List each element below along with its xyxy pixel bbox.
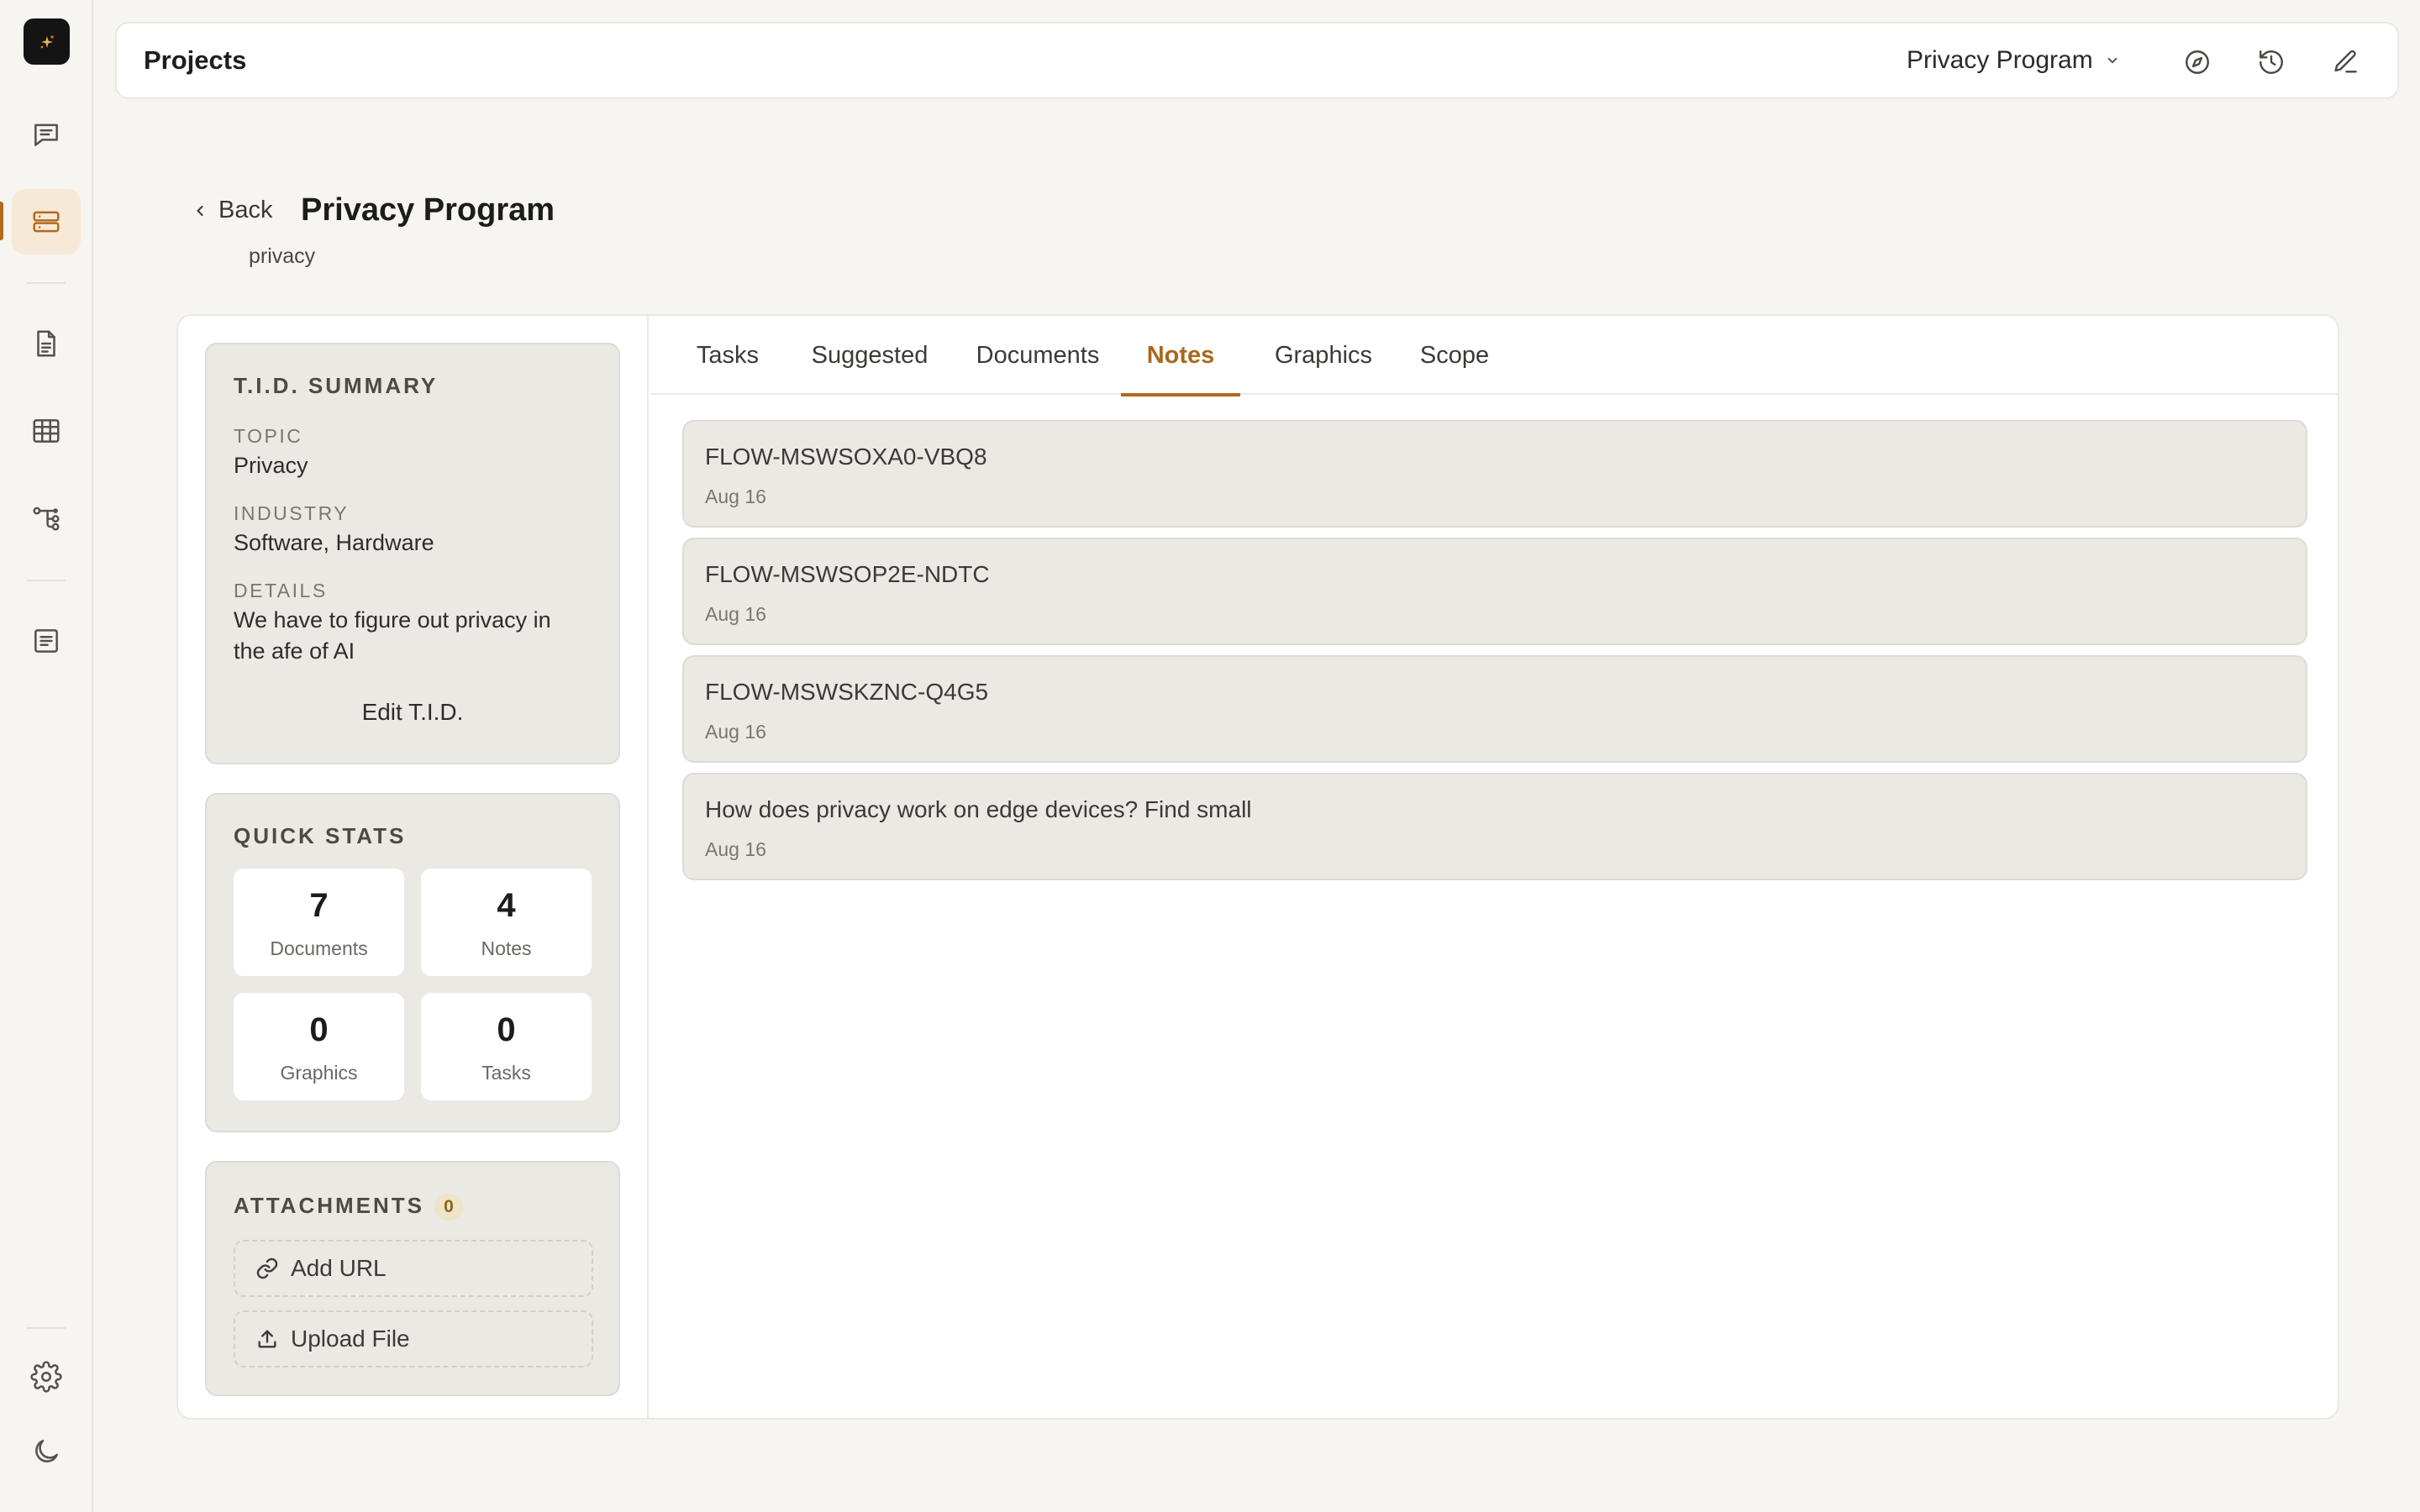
attachments-heading: ATTACHMENTS 0 xyxy=(234,1193,464,1221)
note-item[interactable]: How does privacy work on edge devices? F… xyxy=(682,773,2307,880)
stat-tasks[interactable]: 0 Tasks xyxy=(421,993,592,1100)
topic-label: TOPIC xyxy=(234,425,303,447)
attachments-title: ATTACHMENTS xyxy=(234,1193,425,1218)
rail-divider xyxy=(27,580,66,581)
stat-value: 4 xyxy=(497,887,516,924)
stat-value: 7 xyxy=(309,887,329,924)
top-bar: Projects Privacy Program xyxy=(115,22,2399,99)
tid-summary-heading: T.I.D. SUMMARY xyxy=(234,373,439,398)
topic-value: Privacy xyxy=(234,453,308,478)
chevron-down-icon xyxy=(2107,57,2118,64)
stat-label: Tasks xyxy=(481,1062,531,1084)
note-date: Aug 16 xyxy=(705,603,766,625)
sparkle-icon xyxy=(40,34,54,48)
explore-button[interactable] xyxy=(2181,45,2214,79)
notes-nav-button[interactable] xyxy=(12,608,81,674)
note-item[interactable]: FLOW-MSWSOP2E-NDTC Aug 16 xyxy=(682,538,2307,645)
page-title: Privacy Program xyxy=(301,192,555,228)
quick-stats-heading: QUICK STATS xyxy=(234,823,407,848)
link-icon xyxy=(256,1257,278,1279)
notes-icon xyxy=(34,629,58,653)
note-title: FLOW-MSWSOXA0-VBQ8 xyxy=(705,444,987,470)
stat-label: Documents xyxy=(270,937,368,959)
note-date: Aug 16 xyxy=(705,721,766,743)
moon-icon xyxy=(35,1440,58,1462)
note-item[interactable]: FLOW-MSWSKZNC-Q4G5 Aug 16 xyxy=(682,655,2307,763)
add-url-button[interactable]: Add URL xyxy=(234,1240,593,1297)
tab-suggested[interactable]: Suggested xyxy=(807,316,933,395)
note-title: FLOW-MSWSOP2E-NDTC xyxy=(705,561,990,587)
document-icon xyxy=(37,330,55,357)
attachments-count-badge: 0 xyxy=(434,1194,464,1221)
projects-nav-button[interactable] xyxy=(12,189,81,255)
stat-notes[interactable]: 4 Notes xyxy=(421,869,592,976)
note-item[interactable]: FLOW-MSWSOXA0-VBQ8 Aug 16 xyxy=(682,420,2307,528)
stat-label: Notes xyxy=(481,937,532,959)
rail-divider xyxy=(27,282,66,284)
edit-icon xyxy=(2334,50,2357,73)
app-title: Projects xyxy=(144,45,247,75)
back-label: Back xyxy=(218,197,273,223)
upload-file-button[interactable]: Upload File xyxy=(234,1310,593,1368)
workflow-icon xyxy=(33,507,60,531)
tid-summary-panel: T.I.D. SUMMARY TOPIC Privacy INDUSTRY So… xyxy=(205,343,620,764)
note-date: Aug 16 xyxy=(705,838,766,860)
settings-nav-button[interactable] xyxy=(12,1344,81,1410)
chat-icon xyxy=(34,123,58,146)
note-date: Aug 16 xyxy=(705,486,766,507)
chevron-left-icon xyxy=(197,205,203,216)
theme-toggle-button[interactable] xyxy=(12,1419,81,1484)
active-indicator xyxy=(0,202,3,240)
tab-documents[interactable]: Documents xyxy=(975,316,1101,395)
edit-tid-button[interactable]: Edit T.I.D. xyxy=(207,699,618,726)
chat-nav-button[interactable] xyxy=(12,102,81,167)
project-card: T.I.D. SUMMARY TOPIC Privacy INDUSTRY So… xyxy=(176,314,2339,1420)
tab-tasks[interactable]: Tasks xyxy=(692,316,763,395)
settings-icon xyxy=(30,1361,62,1393)
industry-value: Software, Hardware xyxy=(234,530,434,555)
table-icon xyxy=(33,419,60,443)
project-tabs: Tasks Suggested Documents Notes Graphics… xyxy=(650,316,2339,396)
app-logo[interactable] xyxy=(24,18,70,65)
stat-documents[interactable]: 7 Documents xyxy=(234,869,404,976)
project-selector-label: Privacy Program xyxy=(1907,46,2093,74)
stat-value: 0 xyxy=(309,1011,329,1048)
documents-nav-button[interactable] xyxy=(12,311,81,376)
compass-icon xyxy=(2186,50,2209,74)
details-label: DETAILS xyxy=(234,580,328,601)
edit-button[interactable] xyxy=(2328,45,2362,79)
page-subtitle: privacy xyxy=(249,244,316,268)
stat-value: 0 xyxy=(497,1011,516,1048)
note-title: FLOW-MSWSKZNC-Q4G5 xyxy=(705,679,989,705)
stat-graphics[interactable]: 0 Graphics xyxy=(234,993,404,1100)
table-nav-button[interactable] xyxy=(12,398,81,464)
rail-divider xyxy=(27,1327,66,1329)
left-rail xyxy=(0,0,93,1512)
attachments-panel: ATTACHMENTS 0 Add URL Upload File xyxy=(205,1161,620,1396)
upload-icon xyxy=(258,1330,276,1348)
projects-icon xyxy=(33,211,60,233)
details-value: We have to figure out privacy in the afe… xyxy=(234,607,551,664)
workflow-nav-button[interactable] xyxy=(12,485,81,550)
upload-file-label: Upload File xyxy=(291,1326,410,1352)
history-button[interactable] xyxy=(2254,45,2288,79)
project-selector[interactable]: Privacy Program xyxy=(1907,46,2120,75)
tab-scope[interactable]: Scope xyxy=(1412,316,1497,395)
history-icon xyxy=(2260,50,2283,74)
quick-stats-panel: QUICK STATS 7 Documents 4 Notes 0 Graphi… xyxy=(205,793,620,1132)
stat-label: Graphics xyxy=(280,1062,358,1084)
tab-graphics[interactable]: Graphics xyxy=(1267,316,1380,395)
project-sidebar: T.I.D. SUMMARY TOPIC Privacy INDUSTRY So… xyxy=(178,316,649,1418)
industry-label: INDUSTRY xyxy=(234,502,350,524)
note-title: How does privacy work on edge devices? F… xyxy=(705,796,1252,822)
add-url-label: Add URL xyxy=(291,1255,387,1281)
back-button[interactable]: Back xyxy=(192,197,272,224)
tab-notes[interactable]: Notes xyxy=(1121,316,1240,396)
